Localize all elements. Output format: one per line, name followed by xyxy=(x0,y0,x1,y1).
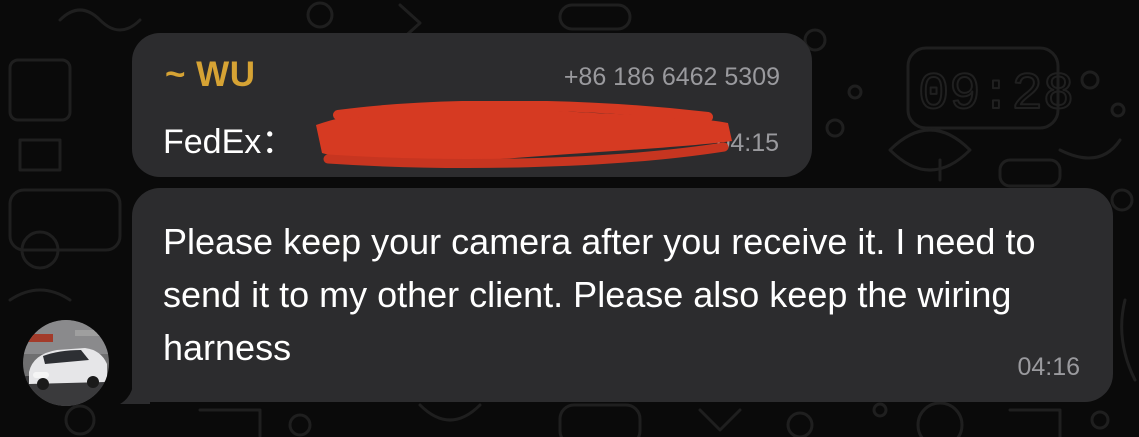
car-photo-avatar-icon xyxy=(23,320,109,406)
redaction-scribble xyxy=(316,101,732,168)
bubble-tail xyxy=(120,372,150,404)
sender-phone[interactable]: +86 186 6462 5309 xyxy=(564,63,780,92)
message-bubble[interactable]: Please keep your camera after you receiv… xyxy=(132,188,1113,402)
sender-avatar[interactable] xyxy=(23,320,109,406)
chat-view: 09:28 ~ WU +86 186 6462 5309 FedEx： 04:1… xyxy=(0,0,1139,437)
message-text: FedEx： xyxy=(163,123,296,161)
message-bubble-forwarded[interactable]: ~ WU +86 186 6462 5309 FedEx： 04:15 xyxy=(132,33,812,177)
message-timestamp: 04:16 xyxy=(1017,353,1080,381)
svg-text:09:28: 09:28 xyxy=(918,65,1074,124)
message-text: Please keep your camera after you receiv… xyxy=(163,221,1036,368)
sender-name[interactable]: ~ WU xyxy=(165,55,255,95)
